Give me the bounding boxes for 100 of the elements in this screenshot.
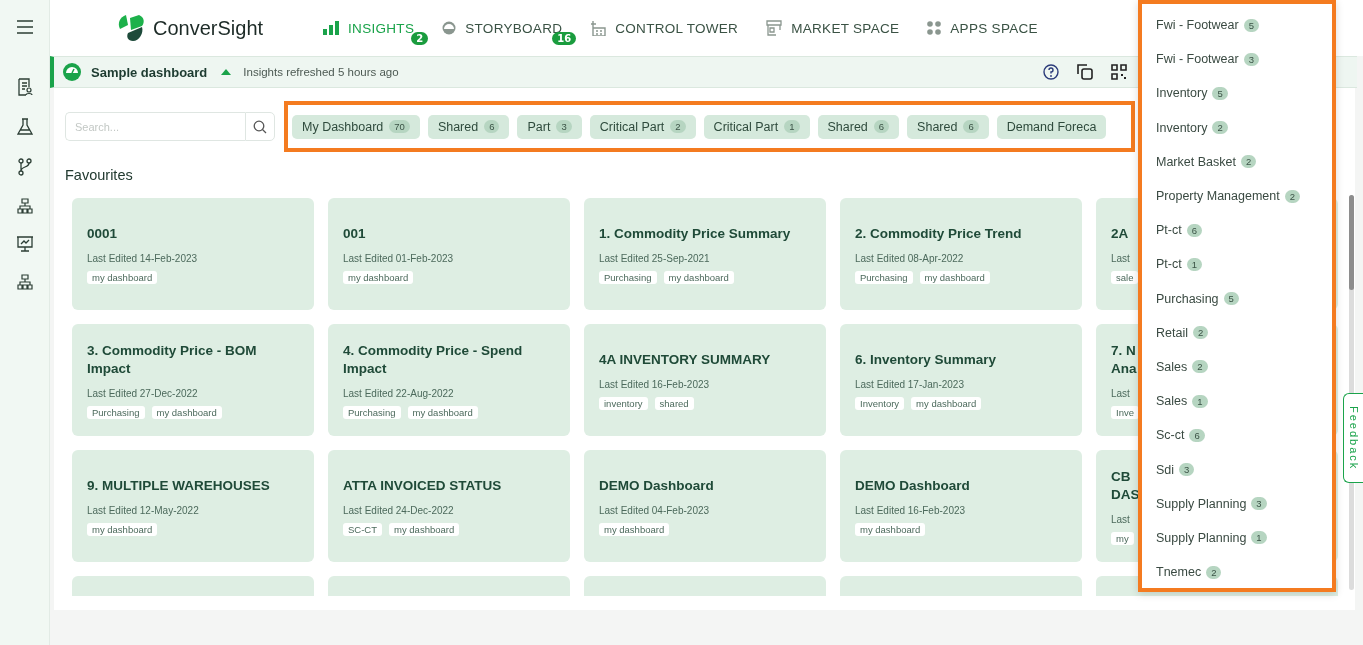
dashboard-title[interactable]: Sample dashboard <box>91 64 208 80</box>
filter-chip[interactable]: Shared 6 <box>907 114 989 139</box>
filter-chip[interactable]: Demand Foreca <box>996 114 1107 139</box>
tag: my dashboard <box>87 522 158 536</box>
search-icon[interactable] <box>253 119 267 134</box>
nav-tab[interactable]: CONTROL TOWER <box>590 20 739 36</box>
count-badge: 2 <box>1212 121 1228 135</box>
hierarchy-icon[interactable] <box>16 274 33 290</box>
last-edited-text: Last Edited 24-Dec-2022 <box>343 504 454 516</box>
count-badge: 2 <box>670 120 686 133</box>
tag: my dashboard <box>151 405 222 419</box>
menu-item[interactable]: Sales 1 <box>1156 384 1332 419</box>
refresh-status: Insights refreshed 5 hours ago <box>243 66 399 78</box>
menu-item[interactable]: Tnemec 2 <box>1156 555 1332 588</box>
dashboard-card[interactable]: DEMO Dashboard Last Edited 04-Feb-2023 my dashboard <box>584 450 826 562</box>
hierarchy-icon[interactable] <box>16 198 33 214</box>
tag: my dashboard <box>343 270 414 284</box>
tag: my dashboard <box>389 522 460 536</box>
menu-item-label: Tnemec <box>1156 565 1202 580</box>
report-icon[interactable] <box>16 78 33 96</box>
menu-item[interactable]: Retail 2 <box>1156 315 1332 350</box>
help-icon[interactable] <box>1043 64 1059 80</box>
filter-chip[interactable]: Critical Part 2 <box>589 114 696 139</box>
last-edited-text: Last Edited 16-Feb-2023 <box>855 504 966 516</box>
menu-item[interactable]: Property Management 2 <box>1156 178 1332 214</box>
nav-tab[interactable]: MARKET SPACE <box>766 20 900 36</box>
menu-item-label: Sdi <box>1156 462 1175 477</box>
tag: my dashboard <box>599 522 670 536</box>
dashboard-card[interactable]: 6. Inventory Summary Last Edited 17-Jan-2023 Inventory my dashboard <box>840 324 1082 436</box>
dashboard-card[interactable]: DEMO Dashboard Last Edited 16-Feb-2023 my dashboard <box>840 450 1082 562</box>
filter-chip[interactable]: Part 3 <box>517 114 582 139</box>
filter-chip[interactable]: Critical Part 1 <box>703 114 810 139</box>
count-badge: 6 <box>1186 223 1202 237</box>
menu-item-label: Pt-ct <box>1156 223 1182 238</box>
dashboard-card[interactable]: 0001 Last Edited 14-Feb-2023 my dashboard <box>72 198 314 310</box>
menu-item[interactable]: Fwi - Footwear 3 <box>1156 42 1332 77</box>
count-badge: 2 <box>1192 326 1209 340</box>
card-title: 2. Commodity Price Trend <box>855 224 1022 243</box>
last-edited-text: Last Edited 27-Dec-2022 <box>87 387 198 399</box>
card-title: DEMO Dashboard <box>599 476 714 495</box>
filter-chip[interactable]: My Dashboard 70 <box>292 114 420 139</box>
filter-chip[interactable]: Shared 6 <box>427 114 510 139</box>
menu-item[interactable]: Purchasing 5 <box>1156 281 1332 316</box>
count-badge: 5 <box>1212 86 1228 100</box>
dashboard-card[interactable]: 4A INVENTORY SUMMARY Last Edited 16-Feb-2023 inventory shared <box>584 324 826 436</box>
card-title: ATTA INVOICED STATUS <box>343 476 502 495</box>
menu-item[interactable]: Pt-ct 1 <box>1156 247 1332 282</box>
gauge-icon <box>63 63 81 81</box>
dashboard-card[interactable]: 2. Commodity Price Trend Last Edited 08-Apr-2022 Purchasing my dashboard <box>840 198 1082 310</box>
tag: my <box>1111 531 1134 545</box>
count-badge: 3 <box>556 120 572 133</box>
dashboard-card[interactable]: ATTA INVOICED STATUS Last Edited 24-Dec-2022 SC-CT my dashboard <box>328 450 570 562</box>
last-edited-text: Last <box>1111 513 1130 525</box>
dashboard-card[interactable]: 4. Commodity Price - Spend Impact Last Edited 22-Aug-2022 Purchasing my dashboard <box>328 324 570 436</box>
menu-item[interactable]: Market Basket 2 <box>1156 144 1332 179</box>
card-title: 7. N Ana <box>1111 341 1137 378</box>
count-badge: 1 <box>1186 257 1202 271</box>
dashboard-card[interactable]: 001 Last Edited 01-Feb-2023 my dashboard <box>328 198 570 310</box>
menu-item-label: Inventory <box>1156 86 1208 101</box>
menu-item[interactable]: Sc-ct 6 <box>1156 418 1332 453</box>
menu-item[interactable]: Supply Planning 1 <box>1156 520 1332 555</box>
branch-icon[interactable] <box>16 158 33 176</box>
menu-item[interactable]: Pt-ct 6 <box>1156 213 1332 248</box>
menu-item[interactable]: Inventory 2 <box>1156 110 1332 145</box>
last-edited-text: Last <box>1111 252 1130 264</box>
count-badge: 3 <box>1179 463 1195 477</box>
menu-item[interactable]: Fwi - Footwear 5 <box>1156 8 1332 43</box>
tag: my dashboard <box>663 270 734 284</box>
count-badge: 2 <box>1192 360 1208 374</box>
tag: SC-CT <box>343 522 383 536</box>
count-badge: 2 <box>411 32 429 45</box>
filter-chip[interactable]: Shared 6 <box>817 114 900 139</box>
search-field[interactable]: Search... <box>65 112 245 141</box>
menu-item[interactable]: Supply Planning 3 <box>1156 486 1332 521</box>
flask-icon[interactable] <box>16 118 33 136</box>
menu-item-label: Sc-ct <box>1156 428 1185 443</box>
menu-item[interactable]: Sdi 3 <box>1156 452 1332 487</box>
copy-icon[interactable] <box>1077 64 1093 80</box>
dashboard-card[interactable]: 1. Commodity Price Summary Last Edited 25-Sep-2021 Purchasing my dashboard <box>584 198 826 310</box>
tag: my dashboard <box>407 405 478 419</box>
count-badge: 2 <box>1240 155 1257 169</box>
menu-item-label: Purchasing <box>1156 291 1219 306</box>
menu-item-label: Fwi - Footwear <box>1156 18 1239 33</box>
dashboard-card[interactable]: 3. Commodity Price - BOM Impact Last Edited 27-Dec-2022 Purchasing my dashboard <box>72 324 314 436</box>
count-badge: 16 <box>552 32 577 45</box>
caret-icon[interactable] <box>221 68 232 76</box>
logo-text: ConverSight <box>153 16 264 40</box>
logo-icon <box>117 14 147 42</box>
bar-chart-icon <box>323 21 340 35</box>
last-edited-text: Last Edited 12-May-2022 <box>87 504 199 516</box>
menu-icon[interactable] <box>15 20 34 34</box>
presentation-icon[interactable] <box>15 236 34 252</box>
card-title: 9. MULTIPLE WAREHOUSES <box>87 476 270 495</box>
dashboard-card[interactable]: 9. MULTIPLE WAREHOUSES Last Edited 12-May-2022 my dashboard <box>72 450 314 562</box>
nav-tab[interactable]: APPS SPACE <box>927 20 1038 36</box>
last-edited-text: Last Edited 04-Feb-2023 <box>599 504 710 516</box>
grid-icon[interactable] <box>1111 64 1127 80</box>
menu-item[interactable]: Sales 2 <box>1156 349 1332 385</box>
count-badge: 3 <box>1243 52 1259 66</box>
menu-item[interactable]: Inventory 5 <box>1156 76 1332 111</box>
